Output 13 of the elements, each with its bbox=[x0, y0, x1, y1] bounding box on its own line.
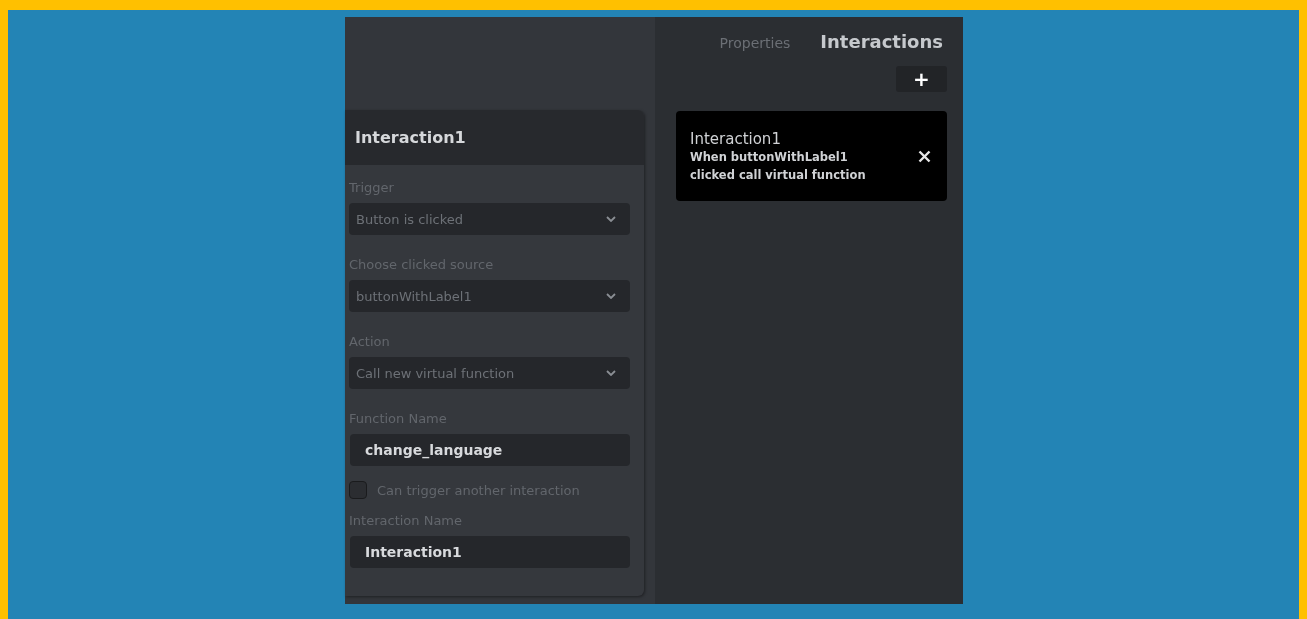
input-field[interactable]: change_language bbox=[350, 434, 630, 466]
interaction-description: When buttonWithLabel1 clicked call virtual function bbox=[690, 149, 867, 184]
panel-title: Interaction1 bbox=[355, 128, 466, 147]
chevron-down-icon bbox=[606, 216, 616, 222]
chevron-down-icon bbox=[606, 370, 616, 376]
checkbox[interactable] bbox=[349, 481, 367, 499]
close-icon[interactable] bbox=[918, 149, 931, 163]
add-button[interactable]: + bbox=[896, 66, 947, 92]
input-field[interactable]: Interaction1 bbox=[350, 536, 630, 568]
interaction-title: Interaction1 bbox=[690, 130, 782, 148]
interaction-card[interactable]: Interaction1 When buttonWithLabel1 clicked call virtual function bbox=[676, 111, 947, 201]
chevron-down-icon bbox=[606, 293, 616, 299]
tab[interactable]: Interactions bbox=[820, 31, 943, 52]
